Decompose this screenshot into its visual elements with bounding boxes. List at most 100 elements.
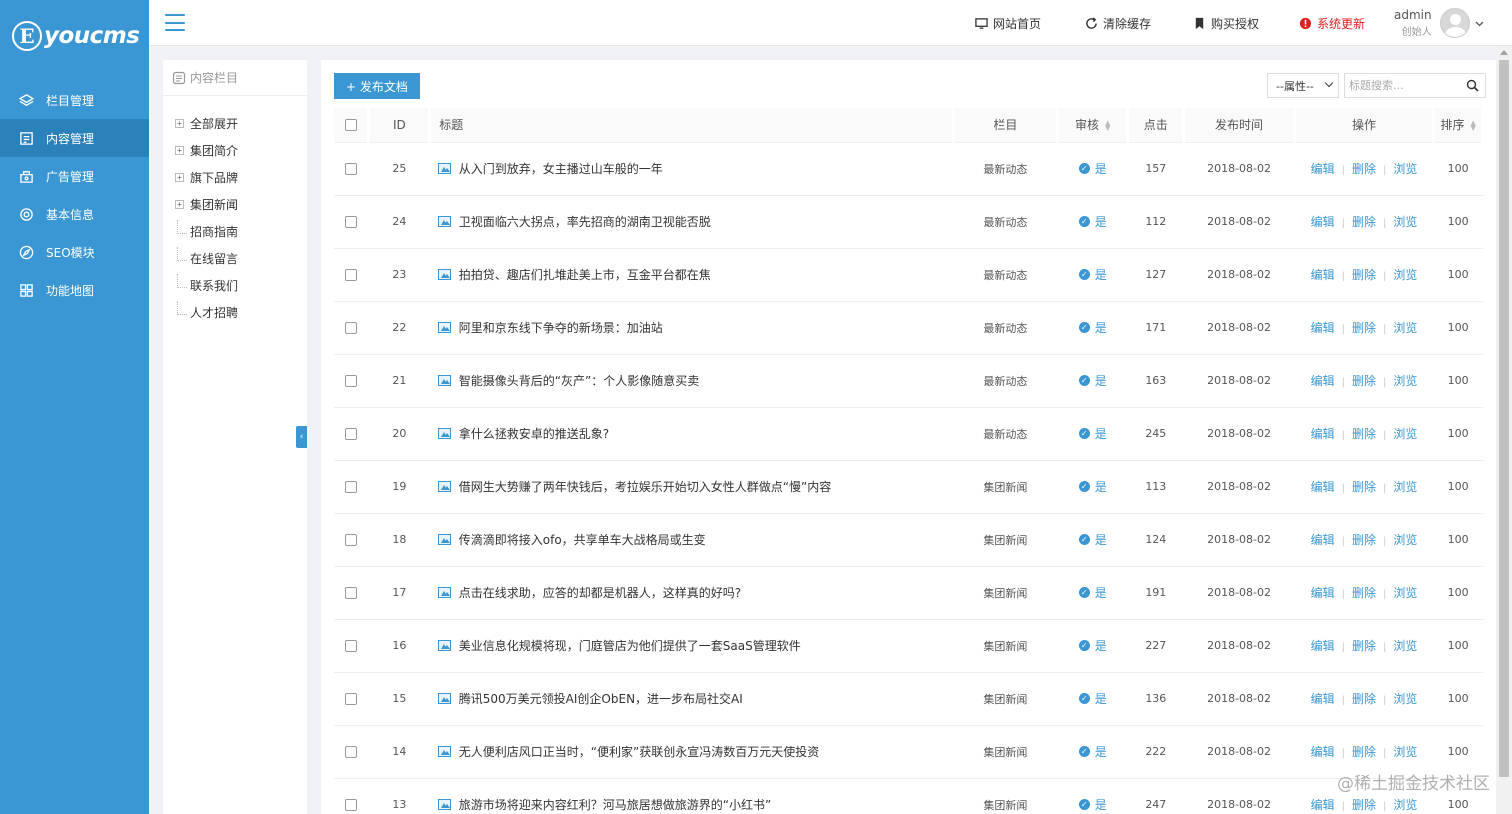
audit-status[interactable]: ✓ 是 xyxy=(1078,796,1107,813)
collapse-tree-button[interactable]: ‹ xyxy=(296,426,307,448)
title-search-input[interactable] xyxy=(1345,74,1457,97)
select-all-checkbox[interactable] xyxy=(344,119,357,132)
row-title-link[interactable]: 拿什么拯救安卓的推送乱象? xyxy=(459,427,609,441)
row-title-link[interactable]: 智能摄像头背后的“灰产”：个人影像随意买卖 xyxy=(459,374,699,388)
row-sort[interactable]: 100 xyxy=(1433,354,1483,408)
edit-link[interactable]: 编辑 xyxy=(1311,798,1335,812)
row-title-link[interactable]: 旅游市场将迎来内容红利？河马旅居想做旅游界的“小红书” xyxy=(459,798,771,812)
delete-link[interactable]: 删除 xyxy=(1352,162,1376,176)
tree-item-group-intro[interactable]: + 集团简介 xyxy=(163,137,307,164)
row-sort[interactable]: 100 xyxy=(1433,301,1483,355)
tree-item-contact-us[interactable]: 联系我们 xyxy=(163,272,307,299)
row-checkbox[interactable] xyxy=(345,746,358,758)
plus-icon[interactable]: + xyxy=(175,173,184,182)
plus-icon[interactable]: + xyxy=(175,200,184,209)
row-sort[interactable]: 100 xyxy=(1433,619,1483,673)
page-scrollbar[interactable] xyxy=(1496,46,1512,814)
audit-status[interactable]: ✓ 是 xyxy=(1078,213,1107,230)
row-sort[interactable]: 100 xyxy=(1433,195,1483,249)
row-title-link[interactable]: 无人便利店风口正当时，“便利家”获联创永宣冯涛数百万元天使投资 xyxy=(459,745,819,759)
delete-link[interactable]: 删除 xyxy=(1352,215,1376,229)
row-checkbox[interactable] xyxy=(345,269,358,281)
delete-link[interactable]: 删除 xyxy=(1352,798,1376,812)
row-title-link[interactable]: 从入门到放弃，女主播过山车般的一年 xyxy=(459,162,663,176)
row-sort[interactable]: 100 xyxy=(1433,142,1483,196)
edit-link[interactable]: 编辑 xyxy=(1311,427,1335,441)
sidebar-item-column-management[interactable]: 栏目管理 xyxy=(0,81,149,119)
edit-link[interactable]: 编辑 xyxy=(1311,480,1335,494)
system-update-link[interactable]: 系统更新 xyxy=(1299,15,1365,32)
row-title-link[interactable]: 卫视面临六大拐点，率先招商的湖南卫视能否脱 xyxy=(459,215,711,229)
delete-link[interactable]: 删除 xyxy=(1352,268,1376,282)
row-title-link[interactable]: 腾讯500万美元领投AI创企ObEN，进一步布局社交AI xyxy=(459,692,743,706)
view-link[interactable]: 浏览 xyxy=(1393,162,1417,176)
row-sort[interactable]: 100 xyxy=(1433,407,1483,461)
audit-status[interactable]: ✓ 是 xyxy=(1078,690,1107,707)
tree-item-expand-all[interactable]: + 全部展开 xyxy=(163,110,307,137)
edit-link[interactable]: 编辑 xyxy=(1311,586,1335,600)
clear-cache-link[interactable]: 清除缓存 xyxy=(1085,15,1151,32)
tree-item-online-message[interactable]: 在线留言 xyxy=(163,245,307,272)
header-id[interactable]: ID xyxy=(368,108,432,143)
view-link[interactable]: 浏览 xyxy=(1393,427,1417,441)
plus-icon[interactable]: + xyxy=(175,119,184,128)
delete-link[interactable]: 删除 xyxy=(1352,374,1376,388)
user-menu[interactable]: admin 创始人 xyxy=(1394,8,1484,38)
row-checkbox[interactable] xyxy=(345,216,358,228)
sidebar-item-function-map[interactable]: 功能地图 xyxy=(0,271,149,309)
scroll-up-icon[interactable] xyxy=(1500,50,1508,55)
edit-link[interactable]: 编辑 xyxy=(1311,374,1335,388)
row-title-link[interactable]: 拍拍贷、趣店们扎堆赴美上市，互金平台都在焦 xyxy=(459,268,711,282)
edit-link[interactable]: 编辑 xyxy=(1311,321,1335,335)
row-sort[interactable]: 100 xyxy=(1433,672,1483,726)
view-link[interactable]: 浏览 xyxy=(1393,639,1417,653)
edit-link[interactable]: 编辑 xyxy=(1311,215,1335,229)
view-link[interactable]: 浏览 xyxy=(1393,268,1417,282)
sidebar-item-basic-info[interactable]: 基本信息 xyxy=(0,195,149,233)
audit-status[interactable]: ✓ 是 xyxy=(1078,637,1107,654)
view-link[interactable]: 浏览 xyxy=(1393,374,1417,388)
attribute-select[interactable]: --属性-- xyxy=(1267,73,1339,98)
row-sort[interactable]: 100 xyxy=(1433,248,1483,302)
row-checkbox[interactable] xyxy=(345,163,358,175)
audit-status[interactable]: ✓ 是 xyxy=(1078,743,1107,760)
view-link[interactable]: 浏览 xyxy=(1393,480,1417,494)
row-checkbox[interactable] xyxy=(345,799,358,811)
delete-link[interactable]: 删除 xyxy=(1352,480,1376,494)
plus-icon[interactable]: + xyxy=(175,146,184,155)
row-title-link[interactable]: 点击在线求助，应答的却都是机器人，这样真的好吗? xyxy=(459,586,741,600)
audit-status[interactable]: ✓ 是 xyxy=(1078,372,1107,389)
menu-toggle-icon[interactable] xyxy=(165,14,185,31)
view-link[interactable]: 浏览 xyxy=(1393,798,1417,812)
tree-item-brands[interactable]: + 旗下品牌 xyxy=(163,164,307,191)
scrollbar-thumb[interactable] xyxy=(1499,60,1509,777)
edit-link[interactable]: 编辑 xyxy=(1311,162,1335,176)
delete-link[interactable]: 删除 xyxy=(1352,427,1376,441)
audit-status[interactable]: ✓ 是 xyxy=(1078,266,1107,283)
row-checkbox[interactable] xyxy=(345,640,358,652)
view-link[interactable]: 浏览 xyxy=(1393,692,1417,706)
row-title-link[interactable]: 传滴滴即将接入ofo，共享单车大战格局或生变 xyxy=(459,533,706,547)
row-title-link[interactable]: 美业信息化规模将现，门庭管店为他们提供了一套SaaS管理软件 xyxy=(459,639,801,653)
delete-link[interactable]: 删除 xyxy=(1352,639,1376,653)
edit-link[interactable]: 编辑 xyxy=(1311,268,1335,282)
view-link[interactable]: 浏览 xyxy=(1393,215,1417,229)
header-audit[interactable]: 审核 ▲ ▼ xyxy=(1057,108,1130,143)
view-link[interactable]: 浏览 xyxy=(1393,586,1417,600)
row-title-link[interactable]: 阿里和京东线下争夺的新场景：加油站 xyxy=(459,321,663,335)
row-checkbox[interactable] xyxy=(345,693,358,705)
tree-item-recruitment[interactable]: 人才招聘 xyxy=(163,299,307,326)
row-title-link[interactable]: 借网生大势赚了两年快钱后，考拉娱乐开始切入女性人群做点“慢”内容 xyxy=(459,480,831,494)
publish-document-button[interactable]: + 发布文档 xyxy=(334,73,420,99)
view-link[interactable]: 浏览 xyxy=(1393,321,1417,335)
row-sort[interactable]: 100 xyxy=(1433,460,1483,514)
search-icon[interactable] xyxy=(1466,79,1479,92)
delete-link[interactable]: 删除 xyxy=(1352,533,1376,547)
delete-link[interactable]: 删除 xyxy=(1352,692,1376,706)
row-checkbox[interactable] xyxy=(345,322,358,334)
edit-link[interactable]: 编辑 xyxy=(1311,533,1335,547)
audit-status[interactable]: ✓ 是 xyxy=(1078,531,1107,548)
row-checkbox[interactable] xyxy=(345,534,358,546)
logo[interactable]: E youcms xyxy=(0,0,149,72)
edit-link[interactable]: 编辑 xyxy=(1311,745,1335,759)
